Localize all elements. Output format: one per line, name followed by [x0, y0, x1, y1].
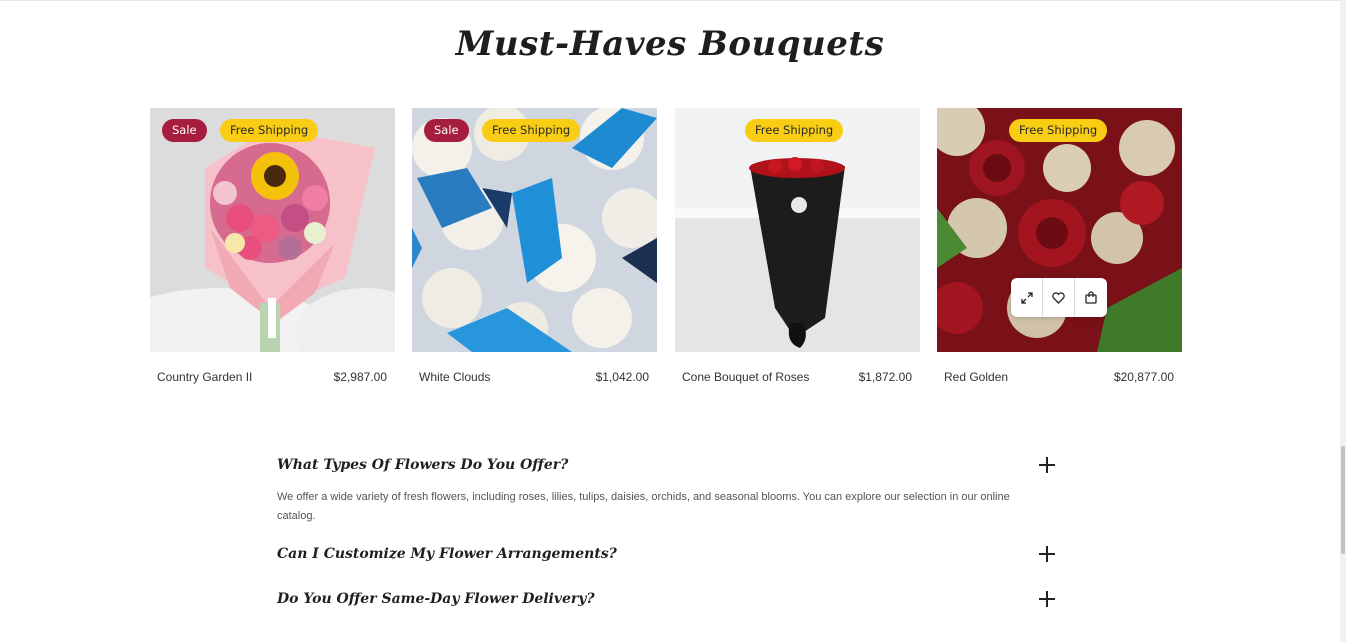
heart-icon[interactable]	[1043, 278, 1075, 317]
scrollbar-thumb[interactable]	[1341, 446, 1345, 554]
plus-icon[interactable]	[1037, 455, 1057, 475]
product-quick-actions	[1011, 278, 1107, 317]
product-grid: Sale Free Shipping Country Garden II $2,…	[150, 108, 1182, 398]
product-price: $2,987.00	[333, 370, 387, 384]
product-image[interactable]	[675, 108, 920, 352]
cart-icon[interactable]	[1075, 278, 1107, 317]
product-name[interactable]: Country Garden II	[157, 370, 252, 384]
product-card[interactable]: Sale Free Shipping Country Garden II $2,…	[150, 108, 395, 398]
product-price: $20,877.00	[1113, 370, 1174, 384]
product-image[interactable]	[150, 108, 395, 352]
free-shipping-badge: Free Shipping	[1009, 119, 1108, 142]
sale-badge: Sale	[424, 119, 469, 142]
faq-item: Can I Customize My Flower Arrangements?	[277, 537, 1057, 571]
section-title: Must-Haves Bouquets	[455, 24, 885, 64]
free-shipping-badge: Free Shipping	[220, 119, 319, 142]
product-price: $1,872.00	[858, 370, 912, 384]
faq-item: Do You Offer Same-Day Flower Delivery?	[277, 582, 1057, 616]
product-name[interactable]: White Clouds	[419, 370, 490, 384]
product-price: $1,042.00	[595, 370, 649, 384]
top-divider	[0, 0, 1340, 1]
faq-answer: We offer a wide variety of fresh flowers…	[277, 491, 1010, 522]
plus-icon[interactable]	[1037, 544, 1057, 564]
expand-icon[interactable]	[1011, 278, 1043, 317]
plus-icon[interactable]	[1037, 589, 1057, 609]
faq-question[interactable]: What Types Of Flowers Do You Offer?	[277, 448, 1057, 482]
faq-question[interactable]: Can I Customize My Flower Arrangements?	[277, 537, 1057, 571]
free-shipping-badge: Free Shipping	[745, 119, 844, 142]
product-card[interactable]: Sale Free Shipping White Clouds $1,042.0…	[412, 108, 657, 398]
free-shipping-badge: Free Shipping	[482, 119, 581, 142]
faq-question[interactable]: Do You Offer Same-Day Flower Delivery?	[277, 582, 1057, 616]
product-card[interactable]: Free Shipping Red Golden $20,877.00	[937, 108, 1182, 398]
page-scrollbar[interactable]	[1340, 0, 1346, 642]
faq-item: What Types Of Flowers Do You Offer? We o…	[277, 448, 1057, 526]
faq-accordion: What Types Of Flowers Do You Offer? We o…	[277, 448, 1057, 616]
product-card[interactable]: Free Shipping Cone Bouquet of Roses $1,8…	[675, 108, 920, 398]
product-image[interactable]	[412, 108, 657, 352]
product-name[interactable]: Red Golden	[944, 370, 1008, 384]
sale-badge: Sale	[162, 119, 207, 142]
product-name[interactable]: Cone Bouquet of Roses	[682, 370, 809, 384]
